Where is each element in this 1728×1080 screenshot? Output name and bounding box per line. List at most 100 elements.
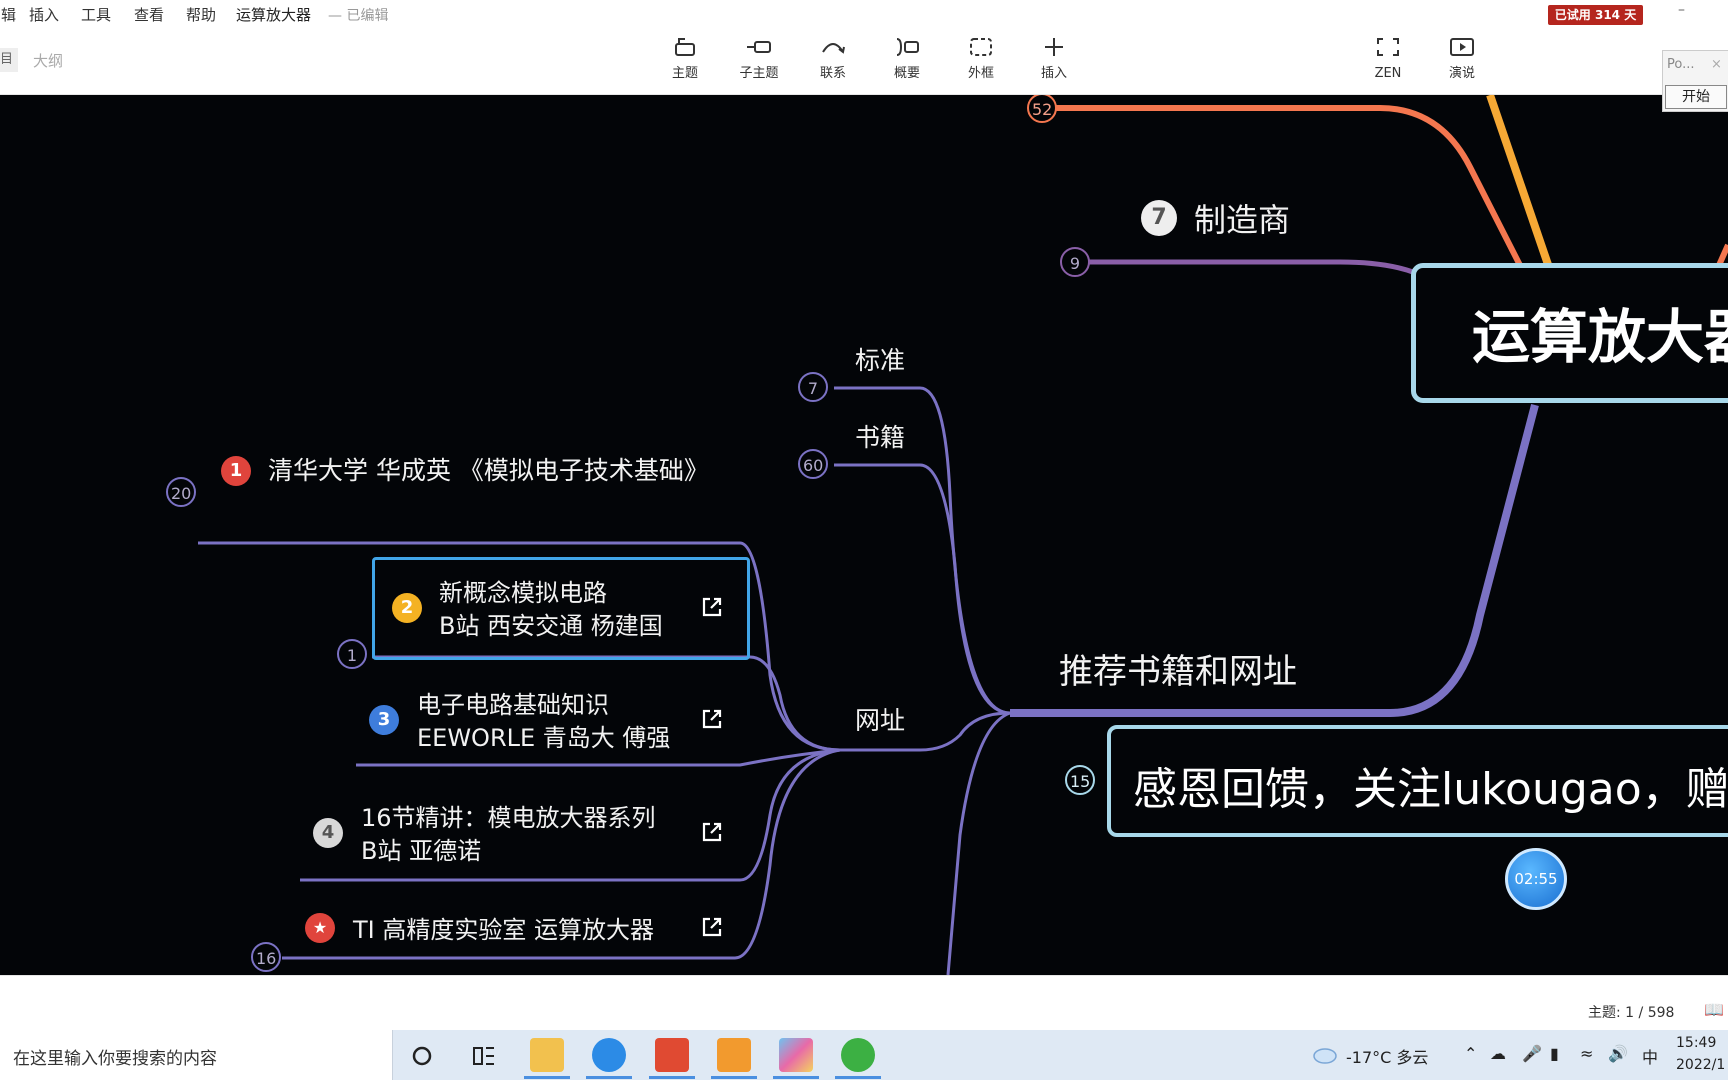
link-topic-5[interactable]: TI 高精度实验室 运算放大器 (353, 910, 654, 945)
show-hidden-icons[interactable]: ⌃ (1464, 1044, 1477, 1063)
subtopic-label: 子主题 (739, 66, 779, 81)
running-indicator (711, 1076, 757, 1079)
present-button[interactable]: 演说 (1432, 36, 1492, 81)
menu-edit[interactable]: 编辑 (0, 4, 16, 25)
root-topic[interactable]: 运算放大器 (1411, 263, 1728, 403)
topic-button[interactable]: 主题 (655, 36, 715, 81)
menu-bar: 编辑 插入 工具 查看 帮助 运算放大器 — 已编辑 已试用 314 天 – (0, 0, 1728, 28)
floating-panel-title: Po... (1667, 57, 1695, 72)
priority-7-icon: 7 (1141, 200, 1177, 236)
present-label: 演说 (1448, 66, 1475, 81)
boundary-button[interactable]: 外框 (951, 36, 1011, 81)
summary-label: 概要 (893, 66, 920, 81)
relationship-icon (822, 43, 845, 54)
file-explorer-icon[interactable] (530, 1038, 564, 1072)
taskbar: 在这里输入你要搜索的内容 -17°C 多云 ⌃ ☁ 🎤 ▮ ≈ 🔊 中 15:4… (0, 1030, 1728, 1080)
subtopic-button[interactable]: 子主题 (729, 36, 789, 81)
root-topic-label: 运算放大器 (1472, 303, 1728, 371)
plus-icon (1045, 38, 1063, 56)
standards-topic[interactable]: 标准 (855, 341, 905, 377)
connector-lines (198, 95, 1728, 975)
floating-panel: Po... × 开始 (1662, 50, 1728, 112)
onedrive-icon[interactable]: ☁ (1490, 1044, 1506, 1063)
mindmap-canvas[interactable]: 52 7 制造商 9 运算放大器 标准 7 书籍 60 推荐书籍和网址 网址 1… (0, 95, 1728, 975)
recommend-branch-topic[interactable]: 推荐书籍和网址 (1059, 644, 1297, 693)
boundary-icon (970, 38, 992, 56)
wifi-icon[interactable]: ≈ (1580, 1044, 1593, 1063)
menu-help[interactable]: 帮助 (186, 4, 216, 25)
running-indicator (835, 1076, 881, 1079)
battery-icon[interactable]: ▮ (1550, 1044, 1559, 1063)
connector-amber (1486, 95, 1559, 287)
outline-view-button[interactable]: 目 (0, 48, 18, 72)
cortana-icon[interactable] (411, 1045, 433, 1067)
ime-indicator[interactable]: 中 (1642, 1044, 1658, 1068)
link-topic-1[interactable]: 清华大学 华成英 《模拟电子技术基础》 (268, 451, 709, 487)
books-topic[interactable]: 书籍 (855, 418, 905, 454)
topic-count: 主题: 1 / 598 (1588, 1005, 1675, 1021)
microphone-icon[interactable]: 🎤 (1522, 1044, 1542, 1063)
zen-label: ZEN (1374, 66, 1402, 81)
subtopic-icon (747, 41, 771, 53)
fullscreen-icon (1377, 38, 1399, 56)
taskbar-search[interactable]: 在这里输入你要搜索的内容 (0, 1030, 393, 1080)
present-icon (1450, 38, 1474, 56)
menu-tools[interactable]: 工具 (81, 4, 111, 25)
topic-label: 主题 (671, 66, 698, 81)
manufacturer-topic[interactable]: 制造商 (1194, 195, 1290, 241)
menu-insert[interactable]: 插入 (29, 4, 59, 25)
xmind-icon[interactable] (655, 1038, 689, 1072)
paint-app-icon[interactable] (779, 1038, 813, 1072)
document-title: 运算放大器 (236, 6, 312, 24)
insert-button[interactable]: 插入 (1024, 36, 1084, 81)
clock-time: 15:49 (1676, 1035, 1717, 1051)
menu-view[interactable]: 查看 (134, 4, 164, 25)
pdf-app-icon[interactable] (717, 1038, 751, 1072)
external-link-icon[interactable] (700, 820, 724, 844)
recording-timer[interactable]: 02:55 (1505, 848, 1567, 910)
trial-badge[interactable]: 已试用 314 天 (1548, 5, 1643, 25)
link-topic-3-line2[interactable]: EEWORLE 青岛大 傅强 (417, 718, 670, 753)
connector-manufacturer (1076, 259, 1432, 283)
external-link-icon[interactable] (700, 915, 724, 939)
connector-down (946, 711, 1011, 975)
close-icon[interactable]: × (1711, 57, 1722, 72)
sogou-browser-icon[interactable] (592, 1038, 626, 1072)
manufacturer-count-badge[interactable]: 9 (1060, 247, 1090, 277)
link-topic-4-line2[interactable]: B站 亚德诺 (361, 831, 481, 866)
zen-button[interactable]: ZEN (1358, 36, 1418, 81)
clock-date: 2022/1 (1676, 1057, 1726, 1073)
map-icon[interactable]: 📖 (1704, 1000, 1724, 1019)
weather-text[interactable]: -17°C 多云 (1346, 1044, 1428, 1068)
task-view-icon[interactable] (472, 1045, 496, 1067)
link-topic-2-line1: 新概念模拟电路 (439, 579, 607, 607)
minimize-button[interactable]: – (1678, 2, 1685, 18)
start-button[interactable]: 开始 (1665, 85, 1727, 109)
link-topic-2-line2: B站 西安交通 杨建国 (439, 612, 663, 640)
ie-browser-icon[interactable] (841, 1038, 875, 1072)
external-link-icon[interactable] (700, 707, 724, 731)
link-2-count-badge[interactable]: 1 (337, 639, 367, 669)
relationship-button[interactable]: 联系 (803, 36, 863, 81)
summary-button[interactable]: 概要 (877, 36, 937, 81)
relationship-label: 联系 (819, 66, 846, 81)
weather-cloud-icon (1313, 1048, 1337, 1064)
running-indicator (649, 1076, 695, 1079)
external-link-icon[interactable] (700, 595, 724, 619)
standards-count-badge[interactable]: 7 (798, 372, 828, 402)
running-indicator (586, 1076, 632, 1079)
priority-4-icon: 4 (313, 818, 343, 848)
priority-2-icon: 2 (392, 593, 422, 623)
toolbar: 目 大纲 主题 子主题 联系 概要 外框 插入 ZEN 演说 (0, 28, 1728, 95)
search-placeholder: 在这里输入你要搜索的内容 (13, 1049, 217, 1069)
system-clock[interactable]: 15:49 2022/1 (1676, 1032, 1725, 1076)
websites-topic[interactable]: 网址 (855, 701, 905, 737)
running-indicator (524, 1076, 570, 1079)
link-topic-4-line1[interactable]: 16节精讲：模电放大器系列 (361, 798, 656, 833)
document-status: — 已编辑 (328, 8, 389, 24)
link-topic-3-line1[interactable]: 电子电路基础知识 (417, 685, 609, 720)
feedback-topic[interactable]: 感恩回馈，关注lukougao，赠送 (1107, 725, 1728, 837)
outline-tab[interactable]: 大纲 (33, 50, 63, 71)
volume-icon[interactable]: 🔊 (1608, 1044, 1628, 1063)
feedback-topic-label: 感恩回馈，关注lukougao，赠送 (1133, 764, 1728, 815)
